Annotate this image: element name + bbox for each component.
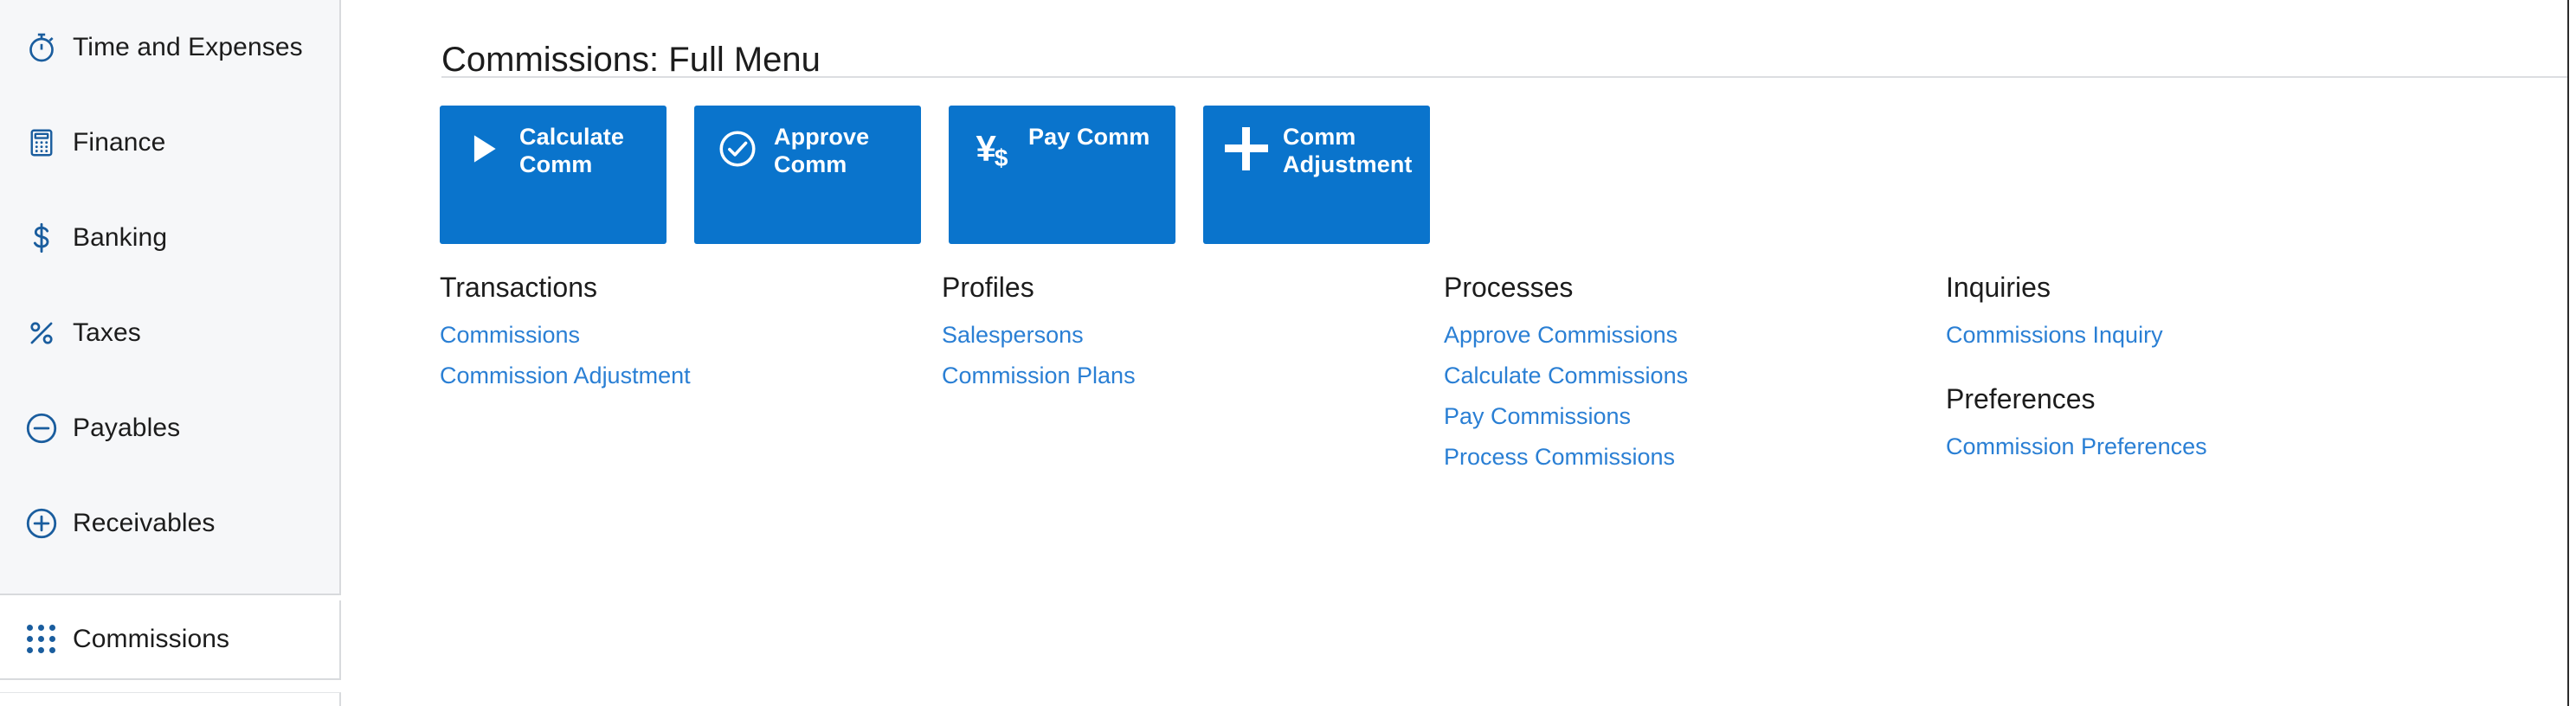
sidebar-item-taxes[interactable]: Taxes [0,286,339,381]
sidebar-item-label: Finance [73,128,166,157]
quick-action-tiles: Calculate Comm Approve Comm ¥ $ Pay Comm… [440,106,1430,244]
percent-icon [19,311,64,356]
dollar-sign-icon [19,215,64,260]
link-pay-commissions[interactable]: Pay Commissions [1444,396,1946,437]
plus-icon [1222,125,1271,173]
sidebar-item-label: Commissions [73,625,230,653]
check-circle-icon [713,125,762,173]
sidebar-item-banking[interactable]: Banking [0,190,339,286]
link-commission-adjustment[interactable]: Commission Adjustment [440,356,942,396]
column-heading: Transactions [440,272,597,303]
tile-calculate-comm[interactable]: Calculate Comm [440,106,667,244]
column-processes: Processes Approve Commissions Calculate … [1444,266,1946,478]
link-commission-plans[interactable]: Commission Plans [942,356,1444,396]
tile-comm-adjustment[interactable]: Comm Adjustment [1203,106,1430,244]
column-heading: Inquiries [1946,272,2051,303]
column-heading: Profiles [942,272,1034,303]
sidebar-item-label: Receivables [73,509,216,537]
plus-circle-icon [19,501,64,546]
sidebar-item-label: Taxes [73,318,141,347]
sidebar-item-label: Payables [73,414,181,442]
main-content: Commissions: Full Menu Calculate Comm Ap… [353,0,2569,706]
sidebar-item-commissions[interactable]: Commissions [0,600,341,680]
sidebar-item-finance[interactable]: Finance [0,95,339,190]
dot-grid-icon [19,617,64,662]
sidebar: Time and Expenses Finance Banking Taxes … [0,0,341,706]
sidebar-item-time-and-expenses[interactable]: Time and Expenses [0,0,339,95]
sidebar-bottom-stub [0,692,341,706]
title-divider [441,76,2567,78]
minus-circle-icon [19,406,64,451]
tile-label: Calculate Comm [519,124,624,177]
column-transactions: Transactions Commissions Commission Adju… [440,266,942,478]
stopwatch-icon [19,25,64,70]
sidebar-item-payables[interactable]: Payables [0,381,339,476]
tile-label: Pay Comm [1028,124,1150,150]
menu-columns: Transactions Commissions Commission Adju… [440,266,2534,478]
calculator-icon [19,120,64,165]
tile-pay-comm[interactable]: ¥ $ Pay Comm [949,106,1175,244]
play-triangle-icon [459,125,507,173]
link-approve-commissions[interactable]: Approve Commissions [1444,315,1946,356]
tile-label: Comm Adjustment [1283,124,1413,177]
link-calculate-commissions[interactable]: Calculate Commissions [1444,356,1946,396]
column-heading: Processes [1444,272,1574,303]
sidebar-item-receivables[interactable]: Receivables [0,476,339,571]
link-commissions-inquiry[interactable]: Commissions Inquiry [1946,315,2465,356]
link-commissions[interactable]: Commissions [440,315,942,356]
tile-label: Approve Comm [774,124,870,177]
app-window: Time and Expenses Finance Banking Taxes … [0,0,2576,706]
link-process-commissions[interactable]: Process Commissions [1444,437,1946,478]
sidebar-item-label: Banking [73,223,168,252]
column-inquiries-preferences: Inquiries Commissions Inquiry Preference… [1946,266,2465,478]
sidebar-nav-list: Time and Expenses Finance Banking Taxes … [0,0,341,595]
column-heading-preferences: Preferences [1946,383,2096,414]
column-profiles: Profiles Salespersons Commission Plans [942,266,1444,478]
link-commission-preferences[interactable]: Commission Preferences [1946,427,2465,467]
link-salespersons[interactable]: Salespersons [942,315,1444,356]
sidebar-item-label: Time and Expenses [73,33,303,61]
tile-approve-comm[interactable]: Approve Comm [694,106,921,244]
yen-dollar-icon: ¥ $ [976,128,1008,171]
page-title: Commissions: Full Menu [441,40,821,79]
